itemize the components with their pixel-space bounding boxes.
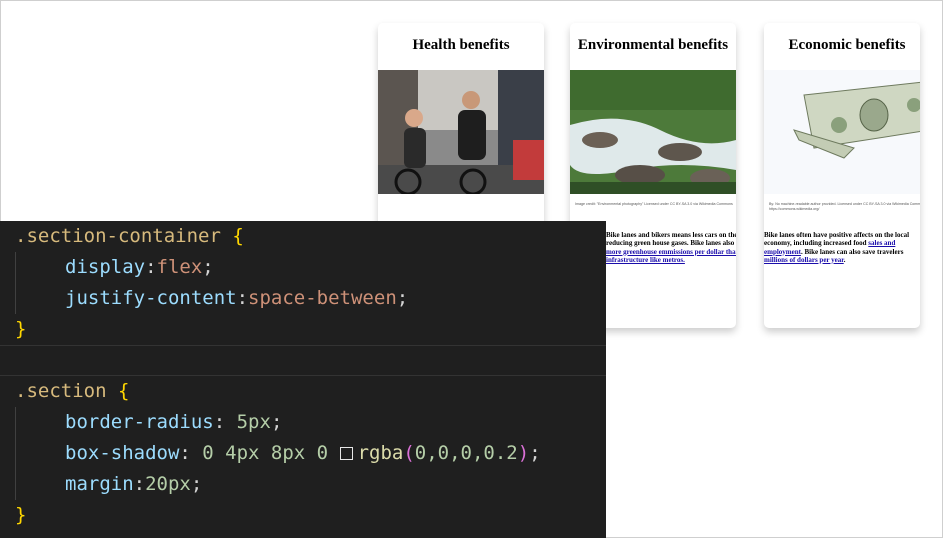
code-line: } — [15, 504, 27, 526]
code-line: margin:20px; — [65, 473, 203, 495]
code-line: display:flex; — [65, 256, 214, 278]
section-body: Bike lanes often have positive affects o… — [764, 231, 918, 264]
code-line: box-shadow: 0 4px 8px 0 rgba(0,0,0,0.2); — [65, 442, 541, 464]
image-caption: By: No machine-readable author provided.… — [769, 202, 920, 211]
cyclists-photo — [378, 70, 544, 194]
body-text: Bike lanes and bikers means less cars on… — [606, 231, 736, 248]
image-caption: Image credit: "Environmental photography… — [575, 202, 733, 206]
section-card-economic: Economic benefits By: No machine-readabl… — [764, 23, 920, 328]
code-line: .section { — [15, 380, 130, 402]
body-text: . Bike lanes can also save travelers — [800, 247, 904, 256]
section-title: Health benefits — [412, 37, 510, 53]
section-title: Environmental benefits — [577, 37, 729, 53]
section-body: Bike lanes and bikers means less cars on… — [606, 231, 736, 264]
indent-guide — [15, 407, 16, 500]
code-line: border-radius: 5px; — [65, 411, 283, 433]
code-editor-snippet: .section-container { display:flex; justi… — [0, 221, 606, 538]
body-text: . — [843, 255, 846, 264]
millions-dollars-link[interactable]: millions of dollars per year — [764, 256, 844, 264]
dollar-bill-photo — [764, 70, 920, 194]
river-photo — [570, 70, 736, 194]
section-title: Economic benefits — [788, 37, 906, 53]
color-swatch-icon[interactable] — [339, 447, 353, 460]
code-line: justify-content:space-between; — [65, 287, 409, 309]
current-line-highlight — [0, 345, 606, 376]
greenhouse-link[interactable]: more greenhouse emmissions per dollar th… — [606, 248, 736, 264]
code-line: } — [15, 318, 27, 340]
code-line: .section-container { — [15, 225, 244, 247]
indent-guide — [15, 252, 16, 314]
